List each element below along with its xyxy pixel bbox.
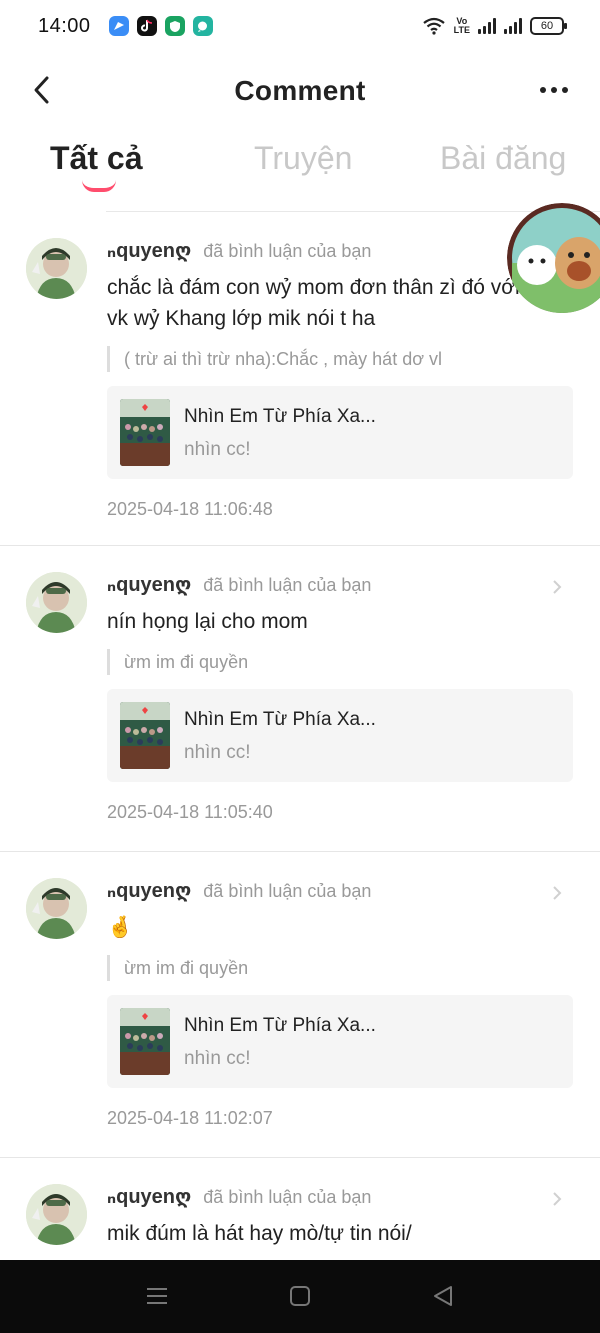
status-time: 14:00 [38,14,91,37]
quoted-comment: ( trừ ai thì trừ nha):Chắc , mày hát dơ … [107,346,572,372]
avatar[interactable] [26,1184,87,1245]
more-dot [540,87,546,93]
chevron-left-icon [34,76,49,104]
timestamp: 2025-04-18 11:06:48 [107,499,273,519]
avatar[interactable] [26,572,87,633]
tab-posts[interactable]: Bài đăng [440,140,566,177]
story-comment: nhìn cc! [184,439,251,460]
timestamp: 2025-04-18 11:05:40 [107,802,273,822]
volte-icon: Vo LTE [454,17,470,35]
story-title: Nhìn Em Từ Phía Xa... [184,1015,376,1036]
action-text: đã bình luận của bạn [203,1187,372,1207]
username[interactable]: ₙquyenღ [107,572,191,597]
top-app-bar: Comment [0,62,600,120]
back-button[interactable] [24,72,60,108]
story-thumbnail [120,702,170,769]
signal-2-icon [504,18,522,34]
status-app-icons [108,16,213,36]
comment-item[interactable]: ₙquyenღ đã bình luận của bạn 🤞 ừm im đi … [0,852,600,1158]
system-nav-bar [0,1260,600,1333]
story-card[interactable]: Nhìn Em Từ Phía Xa... nhìn cc! [107,995,573,1088]
comment-list: ₙquyenღ đã bình luận của bạn chắc là đám… [0,212,600,1260]
comment-text: nín họng lại cho mom [107,610,308,633]
chevron-right-icon [553,1192,562,1206]
page-title: Comment [234,75,366,106]
chevron-right-icon [553,580,562,594]
comment-text: mik đúm là hát hay mò/tự tin nói/ [107,1222,412,1245]
comment-item[interactable]: ₙquyenღ đã bình luận của bạn mik đúm là … [0,1158,600,1260]
battery-icon: 60 [530,17,567,35]
more-dot [562,87,568,93]
home-square-icon[interactable] [288,1284,312,1308]
action-text: đã bình luận của bạn [203,575,372,595]
tiktok-app-icon [136,16,157,36]
story-title: Nhìn Em Từ Phía Xa... [184,406,376,427]
story-comment: nhìn cc! [184,742,251,763]
more-dot [551,87,557,93]
shield-app-icon [164,16,185,36]
comment-item[interactable]: ₙquyenღ đã bình luận của bạn nín họng lạ… [0,546,600,852]
wifi-icon [422,17,445,35]
avatar[interactable] [26,238,87,299]
action-text: đã bình luận của bạn [203,881,372,901]
active-tab-indicator [82,180,116,192]
tab-stories[interactable]: Truyện [254,140,352,177]
signal-1-icon [478,18,496,34]
volte-label-bottom: LTE [453,25,470,35]
action-text: đã bình luận của bạn [203,241,372,261]
story-thumbnail [120,399,170,466]
menu-icon[interactable] [145,1284,169,1308]
story-comment: nhìn cc! [184,1048,251,1069]
timestamp: 2025-04-18 11:02:07 [107,1108,273,1128]
avatar[interactable] [26,878,87,939]
back-triangle-icon[interactable] [431,1284,455,1308]
chevron-right-icon [553,886,562,900]
quoted-comment: ừm im đi quyền [107,955,572,981]
chat-app-icon [192,16,213,36]
username[interactable]: ₙquyenღ [107,878,191,903]
more-options-button[interactable] [534,72,574,108]
quoted-comment: ừm im đi quyền [107,649,572,675]
story-thumbnail [120,1008,170,1075]
story-card[interactable]: Nhìn Em Từ Phía Xa... nhìn cc! [107,386,573,479]
username[interactable]: ₙquyenღ [107,1184,191,1209]
status-indicators: Vo LTE 60 [422,17,567,35]
story-title: Nhìn Em Từ Phía Xa... [184,709,376,730]
tab-all[interactable]: Tất cả [50,140,142,177]
status-bar: 14:00 Vo LTE 60 [0,0,600,52]
tab-bar: Tất cả Truyện Bài đăng [0,130,600,200]
comment-text: 🤞 [107,916,134,939]
messenger-app-icon [108,16,129,36]
username[interactable]: ₙquyenღ [107,238,191,263]
comment-text: chắc là đám con wỷ mom đơn thân zì đó vớ… [107,276,520,330]
story-card[interactable]: Nhìn Em Từ Phía Xa... nhìn cc! [107,689,573,782]
